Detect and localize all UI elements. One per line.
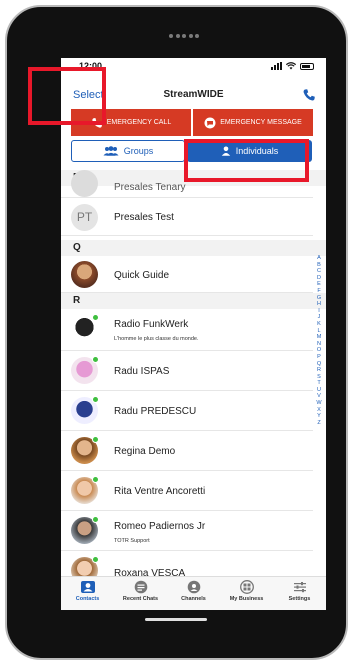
groups-icon <box>103 146 119 156</box>
signal-icon <box>271 62 282 70</box>
index-letter[interactable]: W <box>313 400 325 407</box>
tab-label: Recent Chats <box>122 596 159 602</box>
contact-name: Radu ISPAS <box>114 366 170 377</box>
index-letter[interactable]: P <box>313 354 325 361</box>
contact-name: Radu PREDESCU <box>114 406 197 417</box>
contact-name: Rita Ventre Ancoretti <box>114 486 206 497</box>
contact-row[interactable]: Regina Demo <box>61 431 313 471</box>
highlight-box-select <box>28 67 106 125</box>
section-header-q: Q <box>61 240 326 256</box>
index-letter[interactable]: H <box>313 301 325 308</box>
tab-label: Channels <box>181 596 206 602</box>
contact-name: Radio FunkWerk <box>114 319 189 330</box>
emergency-message-button[interactable]: EMERGENCY MESSAGE <box>193 109 313 136</box>
contact-name: Presales Tenary <box>114 182 186 193</box>
avatar: PT <box>71 204 98 231</box>
contact-row[interactable]: Roxana VESCA <box>61 551 313 578</box>
contact-row[interactable]: Radio FunkWerk L'homme le plus classe du… <box>61 309 313 351</box>
status-icons <box>271 62 314 70</box>
tab-my-business[interactable]: My Business <box>220 577 273 610</box>
index-letter[interactable]: B <box>313 262 325 269</box>
emergency-message-label: EMERGENCY MESSAGE <box>220 118 302 126</box>
index-letter[interactable]: V <box>313 393 325 400</box>
index-letter[interactable]: X <box>313 407 325 414</box>
tab-label: Contacts <box>75 596 100 602</box>
tab-label: My Business <box>229 596 264 602</box>
index-letter[interactable]: U <box>313 387 325 394</box>
highlight-box-individuals <box>184 139 309 182</box>
tab-contacts[interactable]: Contacts <box>61 577 114 610</box>
index-letter[interactable]: T <box>313 380 325 387</box>
contact-row[interactable]: Presales Tenary <box>61 170 313 198</box>
online-status-dot <box>92 396 99 403</box>
contact-name: Quick Guide <box>114 270 170 281</box>
online-status-dot <box>92 436 99 443</box>
contact-status: TOTR Support <box>114 538 150 544</box>
tab-channels[interactable]: Channels <box>167 577 220 610</box>
speaker-grille <box>169 34 199 40</box>
index-letter[interactable]: Q <box>313 361 325 368</box>
index-letter[interactable]: Z <box>313 420 325 427</box>
contact-row[interactable]: Rita Ventre Ancoretti <box>61 471 313 511</box>
settings-icon <box>293 582 306 593</box>
alphabet-index[interactable]: ABCDEFGHIJKLMNOPQRSTUVWXYZ <box>313 255 325 426</box>
online-status-dot <box>92 356 99 363</box>
index-letter[interactable]: Y <box>313 413 325 420</box>
index-letter[interactable]: C <box>313 268 325 275</box>
index-letter[interactable]: E <box>313 281 325 288</box>
index-letter[interactable]: N <box>313 341 325 348</box>
index-letter[interactable]: D <box>313 275 325 282</box>
groups-label: Groups <box>123 146 154 156</box>
index-letter[interactable]: A <box>313 255 325 262</box>
index-letter[interactable]: I <box>313 308 325 315</box>
index-letter[interactable]: M <box>313 334 325 341</box>
index-letter[interactable]: G <box>313 295 325 302</box>
index-letter[interactable]: F <box>313 288 325 295</box>
contact-row[interactable]: Radu PREDESCU <box>61 391 313 431</box>
avatar <box>71 261 98 288</box>
home-indicator <box>145 618 207 621</box>
index-letter[interactable]: J <box>313 314 325 321</box>
contact-row[interactable]: Quick Guide <box>61 256 313 293</box>
message-alert-icon <box>204 117 216 128</box>
bottom-tab-bar: Contacts Recent Chats Channels My Busine… <box>61 576 326 610</box>
index-letter[interactable]: R <box>313 367 325 374</box>
business-icon <box>239 580 254 594</box>
phone-icon[interactable] <box>302 88 316 102</box>
contact-row[interactable]: PT Presales Test <box>61 198 313 236</box>
contact-row[interactable]: Radu ISPAS <box>61 351 313 391</box>
wifi-icon <box>286 62 296 70</box>
avatar <box>71 170 98 197</box>
tab-groups[interactable]: Groups <box>71 140 185 162</box>
contact-name: Presales Test <box>114 212 174 223</box>
index-letter[interactable]: S <box>313 374 325 381</box>
index-letter[interactable]: K <box>313 321 325 328</box>
index-letter[interactable]: L <box>313 328 325 335</box>
chat-icon <box>134 580 147 594</box>
emergency-call-label: EMERGENCY CALL <box>106 118 172 126</box>
online-status-dot <box>92 556 99 563</box>
contact-list[interactable]: P Presales Tenary PT Presales Test Q Qui… <box>61 170 326 578</box>
channels-icon <box>187 580 200 594</box>
section-header-r: R <box>61 293 326 309</box>
online-status-dot <box>92 516 99 523</box>
battery-icon <box>300 62 314 70</box>
online-status-dot <box>92 476 99 483</box>
contact-name: Regina Demo <box>114 446 176 457</box>
tab-settings[interactable]: Settings <box>273 577 326 610</box>
contacts-icon <box>80 581 95 593</box>
tab-recent-chats[interactable]: Recent Chats <box>114 577 167 610</box>
contact-name: Romeo Padiernos Jr <box>114 521 206 532</box>
online-status-dot <box>92 314 99 321</box>
index-letter[interactable]: O <box>313 347 325 354</box>
tab-label: Settings <box>288 596 311 602</box>
contact-row[interactable]: Romeo Padiernos Jr TOTR Support <box>61 511 313 551</box>
contact-status: L'homme le plus classe du monde. <box>114 336 199 342</box>
